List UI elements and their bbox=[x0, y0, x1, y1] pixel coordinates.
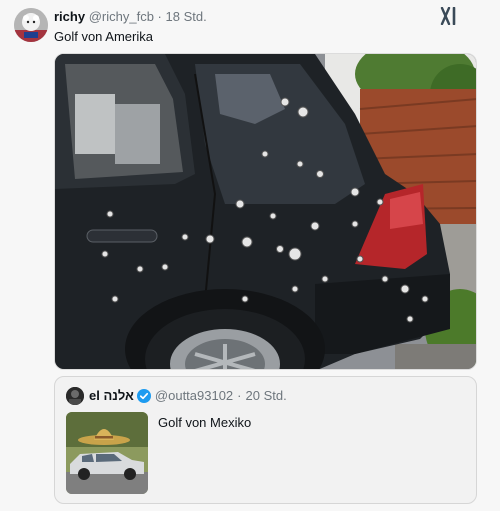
quoted-author-name[interactable]: el אלנה bbox=[89, 388, 134, 403]
author-handle[interactable]: @richy_fcb bbox=[89, 9, 154, 24]
quoted-tweet[interactable]: el אלנה @outta93102 · 20 Std. Golf von M… bbox=[54, 376, 477, 504]
verified-badge-icon bbox=[136, 388, 151, 403]
quoted-tweet-text: Golf von Mexiko bbox=[158, 415, 252, 430]
quoted-timestamp[interactable]: 20 Std. bbox=[246, 388, 287, 403]
author-avatar[interactable] bbox=[14, 8, 48, 42]
tweet-image[interactable] bbox=[54, 53, 477, 370]
tweet-text: Golf von Amerika bbox=[54, 29, 153, 44]
timestamp[interactable]: 18 Std. bbox=[166, 9, 207, 24]
quoted-author-name-hebrew: אלנה bbox=[103, 388, 134, 403]
quoted-header: el אלנה @outta93102 · 20 Std. bbox=[89, 388, 287, 403]
x-logo-icon[interactable] bbox=[440, 6, 462, 26]
quoted-author-name-latin: el bbox=[89, 388, 100, 403]
quoted-author-avatar[interactable] bbox=[66, 387, 84, 405]
tweet-header: richy @richy_fcb · 18 Std. bbox=[54, 9, 207, 24]
separator-dot: · bbox=[157, 9, 162, 24]
tweet-card[interactable]: richy @richy_fcb · 18 Std. Golf von Amer… bbox=[0, 0, 500, 511]
separator-dot: · bbox=[237, 388, 242, 403]
author-name[interactable]: richy bbox=[54, 9, 85, 24]
quoted-image[interactable] bbox=[66, 412, 148, 494]
quoted-author-handle[interactable]: @outta93102 bbox=[155, 388, 233, 403]
